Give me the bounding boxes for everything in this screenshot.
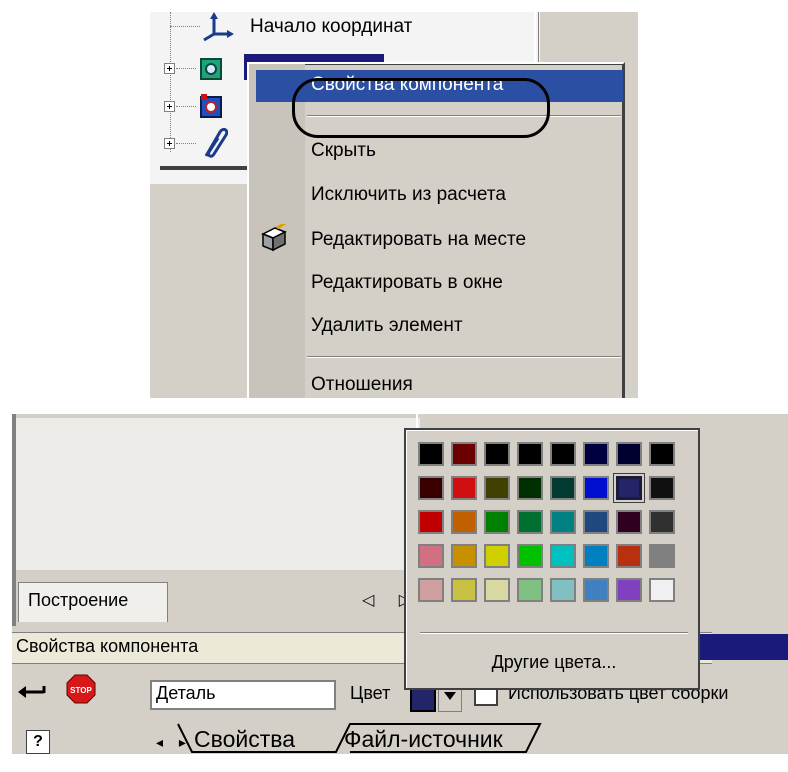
color-swatch[interactable] <box>418 442 444 466</box>
color-swatch[interactable] <box>451 578 477 602</box>
expand-icon[interactable] <box>164 138 175 149</box>
color-swatch[interactable] <box>616 510 642 534</box>
color-swatch[interactable] <box>517 578 543 602</box>
tree-pane <box>16 418 420 570</box>
more-colors-button[interactable]: Другие цвета... <box>406 652 702 673</box>
tree-scroll-divider <box>160 166 250 170</box>
color-swatch[interactable] <box>451 544 477 568</box>
tab-source-file[interactable]: Файл-источник <box>344 726 503 753</box>
help-icon[interactable]: ? <box>26 730 50 754</box>
enter-icon[interactable] <box>16 680 48 704</box>
edit-in-place-icon <box>261 224 287 252</box>
expand-icon[interactable] <box>164 63 175 74</box>
menu-separator <box>307 356 621 358</box>
color-swatch[interactable] <box>517 544 543 568</box>
tab-build-label: Построение <box>28 590 129 610</box>
component-name-value: Деталь <box>156 683 216 703</box>
color-swatch[interactable] <box>484 442 510 466</box>
tree-line <box>176 143 196 144</box>
color-swatch[interactable] <box>550 544 576 568</box>
expand-icon[interactable] <box>164 101 175 112</box>
popup-separator <box>420 632 688 634</box>
color-swatch[interactable] <box>649 442 675 466</box>
color-palette-popup: Другие цвета... <box>404 428 700 690</box>
color-swatch[interactable] <box>418 510 444 534</box>
color-swatch[interactable] <box>418 578 444 602</box>
color-swatch[interactable] <box>484 578 510 602</box>
color-swatch[interactable] <box>583 510 609 534</box>
color-swatch[interactable] <box>583 578 609 602</box>
title-bar-accent <box>700 634 788 660</box>
color-label: Цвет <box>350 683 391 703</box>
color-swatch[interactable] <box>484 544 510 568</box>
tab-properties[interactable]: Свойства <box>194 726 295 753</box>
color-swatch[interactable] <box>550 578 576 602</box>
color-swatch[interactable] <box>616 544 642 568</box>
tree-line <box>176 68 196 69</box>
tree-line <box>176 106 196 107</box>
tree-line <box>170 26 200 27</box>
highlight-oval-annotation <box>292 78 550 138</box>
color-swatch[interactable] <box>451 442 477 466</box>
color-swatch[interactable] <box>484 510 510 534</box>
color-swatch[interactable] <box>649 544 675 568</box>
menu-item-hide[interactable]: Скрыть <box>311 140 376 162</box>
tree-item-origin[interactable]: Начало координат <box>250 16 412 38</box>
part-component-icon[interactable] <box>198 56 224 82</box>
color-swatch[interactable] <box>550 510 576 534</box>
svg-text:STOP: STOP <box>70 686 92 695</box>
color-swatch[interactable] <box>418 476 444 500</box>
part-component-icon[interactable] <box>198 92 224 120</box>
color-swatch[interactable] <box>649 510 675 534</box>
color-swatch[interactable] <box>418 544 444 568</box>
menu-item-delete-element[interactable]: Удалить элемент <box>311 315 463 337</box>
color-swatch[interactable] <box>550 476 576 500</box>
menu-item-relations[interactable]: Отношения <box>311 374 413 396</box>
color-swatch[interactable] <box>583 544 609 568</box>
stop-icon[interactable]: STOP <box>66 674 96 704</box>
menu-item-edit-in-place[interactable]: Редактировать на месте <box>311 229 526 251</box>
context-menu-screenshot: Начало координат Свойства компонента Скр… <box>150 12 638 398</box>
color-swatch[interactable] <box>583 442 609 466</box>
color-swatch[interactable] <box>583 476 609 500</box>
tree-line <box>170 12 171 152</box>
color-swatch[interactable] <box>616 476 642 500</box>
color-swatch[interactable] <box>484 476 510 500</box>
coordinate-origin-icon <box>203 12 234 42</box>
properties-title: Свойства компонента <box>16 636 199 656</box>
pane-border <box>12 414 16 626</box>
paperclip-icon[interactable] <box>198 126 228 160</box>
color-swatch[interactable] <box>451 510 477 534</box>
color-swatch[interactable] <box>517 510 543 534</box>
color-swatch[interactable] <box>616 442 642 466</box>
color-swatch[interactable] <box>517 476 543 500</box>
menu-item-exclude-from-calculation[interactable]: Исключить из расчета <box>311 184 506 206</box>
color-swatch[interactable] <box>550 442 576 466</box>
color-swatch[interactable] <box>517 442 543 466</box>
color-swatch[interactable] <box>649 476 675 500</box>
color-swatch[interactable] <box>616 578 642 602</box>
menu-item-edit-in-window[interactable]: Редактировать в окне <box>311 272 503 294</box>
color-picker-screenshot: Построение ◁ ▷ Свойства компонента STOP … <box>12 414 788 754</box>
color-swatch[interactable] <box>649 578 675 602</box>
color-swatch[interactable] <box>451 476 477 500</box>
